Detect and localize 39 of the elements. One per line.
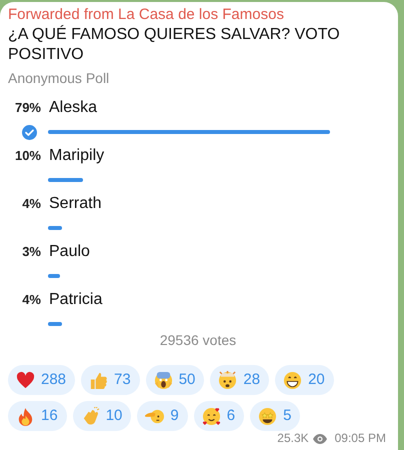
option-label: Paulo — [49, 242, 90, 262]
eye-icon — [312, 434, 327, 444]
forwarded-from-link[interactable]: Forwarded from La Casa de los Famosos — [8, 5, 388, 25]
reaction-button[interactable]: 6 — [194, 401, 244, 431]
smiling-face-with-hearts-icon — [202, 406, 221, 426]
exploding-head-icon — [218, 370, 238, 390]
thumbs-up-icon — [89, 370, 108, 390]
option-percent: 3% — [21, 243, 41, 261]
option-label: Patricia — [49, 290, 102, 310]
reaction-button[interactable]: 28 — [210, 365, 270, 395]
option-label: Serrath — [49, 194, 102, 214]
reaction-button[interactable]: 20 — [275, 365, 334, 395]
poll-type: Anonymous Poll — [8, 69, 110, 87]
option-label: Aleska — [49, 98, 98, 118]
grinning-face-icon — [283, 370, 302, 390]
vote-count: 29536 votes — [160, 331, 236, 350]
reaction-button[interactable]: 73 — [81, 365, 140, 395]
screaming-face-icon — [154, 370, 173, 390]
timestamp: 09:05 PM — [334, 432, 386, 445]
result-bar — [48, 274, 60, 278]
result-bar — [48, 178, 84, 182]
poll-question: ¿A QUÉ FAMOSO QUIERES SALVAR? VOTO POSITIVO — [8, 25, 341, 65]
reaction-button[interactable]: 5 — [250, 401, 300, 431]
star-struck-face-icon — [258, 406, 278, 426]
option-label: Maripily — [49, 146, 104, 166]
reaction-button[interactable]: 10 — [72, 401, 132, 431]
fire-icon — [16, 406, 35, 426]
option-percent: 4% — [21, 195, 41, 213]
option-percent: 4% — [21, 291, 41, 309]
result-bar — [48, 322, 62, 326]
reaction-button[interactable]: 16 — [8, 401, 67, 431]
reaction-button[interactable]: 50 — [146, 365, 204, 395]
result-bar — [48, 226, 62, 230]
view-count: 25.3K — [277, 432, 309, 445]
option-percent: 10% — [14, 147, 41, 165]
reaction-button[interactable]: 9 — [137, 401, 188, 431]
reaction-button[interactable]: 288 — [8, 365, 76, 395]
option-percent: 79% — [14, 99, 41, 117]
heart-icon — [16, 370, 35, 390]
